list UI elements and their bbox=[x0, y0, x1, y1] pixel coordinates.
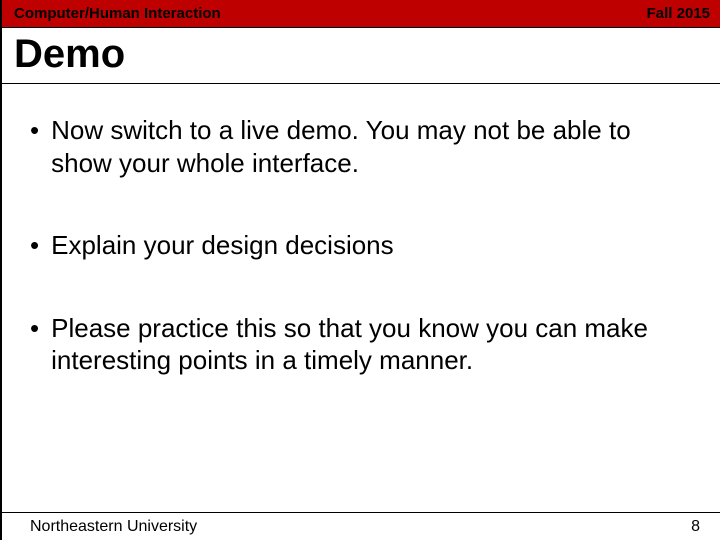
bullet-text: Please practice this so that you know yo… bbox=[51, 312, 690, 377]
slide-content: • Now switch to a live demo. You may not… bbox=[0, 84, 720, 377]
bullet-text: Now switch to a live demo. You may not b… bbox=[51, 114, 690, 179]
footer-org: Northeastern University bbox=[30, 518, 197, 536]
bullet-item: • Explain your design decisions bbox=[30, 229, 690, 262]
bullet-item: • Please practice this so that you know … bbox=[30, 312, 690, 377]
bullet-dot-icon: • bbox=[30, 114, 39, 147]
bullet-dot-icon: • bbox=[30, 312, 39, 345]
slide-title-area: Demo bbox=[0, 28, 720, 84]
slide-left-border bbox=[0, 0, 2, 540]
bullet-item: • Now switch to a live demo. You may not… bbox=[30, 114, 690, 179]
course-name: Computer/Human Interaction bbox=[14, 5, 221, 22]
bullet-dot-icon: • bbox=[30, 229, 39, 262]
term-label: Fall 2015 bbox=[647, 5, 710, 22]
footer-page-number: 8 bbox=[691, 518, 700, 536]
bullet-text: Explain your design decisions bbox=[51, 229, 690, 262]
slide-title: Demo bbox=[14, 32, 706, 77]
slide-footer: Northeastern University 8 bbox=[0, 512, 720, 540]
slide-header: Computer/Human Interaction Fall 2015 bbox=[0, 0, 720, 28]
